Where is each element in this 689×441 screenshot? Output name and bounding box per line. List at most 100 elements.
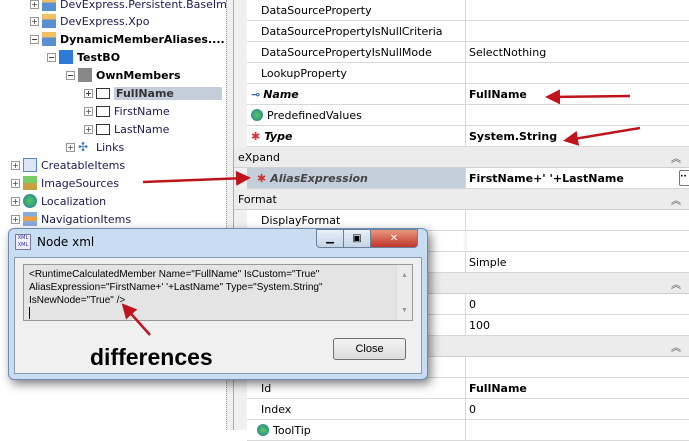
property-row[interactable]: ToolTip (247, 420, 689, 441)
property-row[interactable]: PredefinedValues (247, 105, 689, 126)
property-value[interactable] (466, 0, 689, 20)
property-value[interactable]: FullName (466, 378, 689, 398)
dialog-title: Node xml (37, 235, 95, 249)
property-row-alias[interactable]: ✱ AliasExpression FirstName+' '+LastName ·· (247, 168, 689, 189)
property-value[interactable]: FirstName+' '+LastName (469, 172, 624, 185)
close-window-button[interactable]: ✕ (370, 229, 418, 248)
tree-node[interactable]: − OwnMembers (66, 66, 181, 84)
required-icon: ✱ (257, 171, 267, 185)
property-value[interactable]: Simple (466, 252, 689, 272)
tree-node[interactable]: − TestBO (47, 48, 120, 66)
property-row[interactable]: Id FullName (247, 378, 689, 399)
collapse-chevron-icon[interactable]: ︽ (671, 276, 681, 291)
text-cursor (29, 307, 30, 319)
links-icon: ✣ (78, 140, 89, 154)
namespace-icon (42, 14, 56, 28)
creatable-items-icon (23, 158, 37, 172)
expand-icon[interactable]: + (30, 16, 39, 26)
expand-icon[interactable]: + (66, 142, 75, 152)
expand-icon[interactable]: + (30, 0, 39, 9)
property-row[interactable]: LookupProperty (247, 63, 689, 84)
namespace-icon (42, 32, 56, 46)
property-value[interactable] (466, 231, 689, 251)
tree-node-label: FirstName (114, 104, 170, 118)
property-row[interactable]: Index 0 (247, 399, 689, 420)
tree-node[interactable]: + ImageSources (11, 174, 119, 192)
property-name: LookupProperty (247, 63, 466, 83)
xml-textarea[interactable]: <RuntimeCalculatedMember Name="FullName"… (23, 264, 413, 321)
collapse-chevron-icon[interactable]: ︽ (671, 339, 681, 354)
collapse-icon[interactable]: − (47, 52, 56, 62)
maximize-button[interactable]: ▣ (343, 229, 371, 248)
ellipsis-button[interactable]: ·· (679, 170, 689, 186)
collapse-icon[interactable]: − (30, 34, 39, 44)
collapse-chevron-icon[interactable]: ︽ (671, 192, 681, 207)
property-value[interactable]: 0 (466, 294, 689, 314)
tree-node-label: Links (96, 140, 125, 154)
property-name: PredefinedValues (267, 108, 362, 122)
tree-node[interactable]: − DynamicMemberAliases.... (30, 30, 225, 48)
property-value[interactable] (466, 105, 689, 125)
property-row[interactable]: DataSourcePropertyIsNullMode SelectNothin… (247, 42, 689, 63)
tree-node[interactable]: + Localization (11, 192, 106, 210)
expand-icon[interactable]: + (11, 160, 20, 170)
group-format[interactable]: Format ︽ (234, 189, 689, 210)
tree-node-label: Localization (41, 194, 107, 208)
expand-icon[interactable]: + (84, 124, 93, 134)
property-name: Index (247, 399, 466, 419)
globe-icon (251, 109, 263, 121)
tree-node-label: DynamicMemberAliases.... (60, 32, 225, 46)
expand-icon[interactable]: + (11, 214, 20, 224)
tree-node[interactable]: + FirstName (84, 102, 170, 120)
tree-node-label: DevExpress.Xpo (60, 14, 150, 28)
property-row-name[interactable]: ⊸ Name FullName (247, 84, 689, 105)
property-value[interactable] (466, 420, 689, 440)
collapse-icon[interactable]: − (66, 70, 75, 80)
close-button[interactable]: Close (333, 338, 406, 360)
navigation-icon (23, 212, 37, 226)
member-icon (96, 123, 110, 135)
property-value[interactable]: SelectNothing (466, 42, 689, 62)
tree-node-label: FullName (114, 86, 222, 100)
tree-node[interactable]: + CreatableItems (11, 156, 125, 174)
expand-icon[interactable]: + (11, 196, 20, 206)
tree-node[interactable]: + NavigationItems (11, 210, 131, 228)
property-value[interactable] (466, 210, 689, 230)
property-name: Id (247, 378, 466, 398)
tree-node[interactable]: + DevExpress.Xpo (30, 12, 149, 30)
property-value[interactable]: FullName (466, 84, 689, 104)
tree-node-label: OwnMembers (96, 68, 181, 82)
property-value[interactable] (466, 63, 689, 83)
property-value[interactable]: System.String (466, 126, 689, 146)
tree-node-label: ImageSources (41, 176, 119, 190)
xml-line: IsNewNode="True" /> (29, 295, 126, 306)
globe-icon (257, 424, 269, 436)
member-icon (96, 105, 110, 117)
group-expand[interactable]: eXpand ︽ (234, 147, 689, 168)
minimize-button[interactable]: ▁ (316, 229, 344, 248)
class-cube-icon (59, 50, 73, 64)
property-value[interactable] (466, 21, 689, 41)
expand-icon[interactable]: + (11, 178, 20, 188)
tree-node[interactable]: + ✣ Links (66, 138, 124, 156)
tree-node-label: TestBO (77, 50, 121, 64)
property-value[interactable] (466, 357, 689, 377)
tree-node-selected[interactable]: + FullName (84, 84, 222, 102)
property-row-type[interactable]: ✱ Type System.String (247, 126, 689, 147)
collapse-chevron-icon[interactable]: ︽ (671, 150, 681, 165)
tree-node[interactable]: + LastName (84, 120, 169, 138)
property-row[interactable]: DataSourcePropertyIsNullCriteria (247, 21, 689, 42)
property-name: ToolTip (273, 423, 311, 437)
expand-icon[interactable]: + (84, 88, 93, 98)
property-value[interactable]: 0 (466, 399, 689, 419)
expand-icon[interactable]: + (84, 106, 93, 116)
members-cube-icon (78, 68, 92, 82)
property-row[interactable]: DataSourceProperty (247, 0, 689, 21)
property-value[interactable]: 100 (466, 315, 689, 335)
property-name: Name (263, 87, 299, 101)
tree-node-label: LastName (114, 122, 170, 136)
tree-node-label: DevExpress.Persistent.BaseImpl (60, 0, 237, 11)
scrollbar[interactable]: ▲ ▼ (396, 265, 412, 320)
dialog-body: <RuntimeCalculatedMember Name="FullName"… (14, 257, 422, 374)
annotation-text: differences (90, 344, 213, 370)
